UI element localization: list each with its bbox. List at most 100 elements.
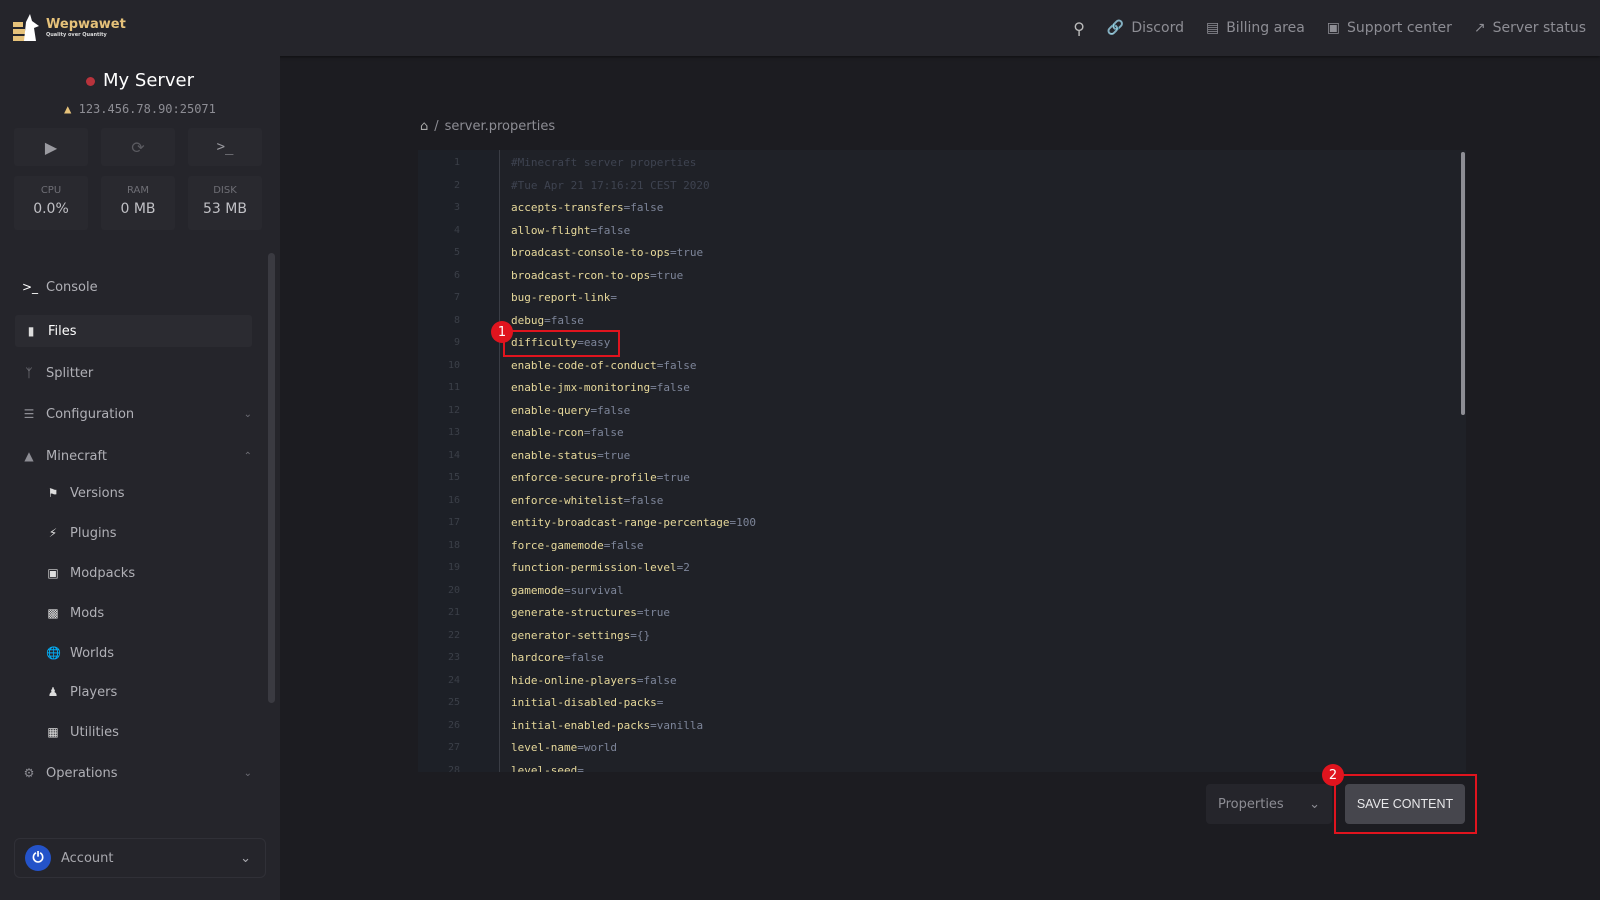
sidebar-item-console[interactable]: >_Console	[22, 271, 252, 303]
line-number: 21	[418, 607, 460, 618]
brand-name: Wepwawet	[46, 17, 126, 32]
property-key: level-name	[511, 741, 577, 754]
property-value: false	[630, 201, 663, 214]
line-number: 1	[418, 157, 460, 168]
console-button[interactable]: >_	[188, 128, 262, 166]
search-icon: ⚲	[1073, 19, 1085, 38]
code-editor[interactable]: 1 #Minecraft server properties 2 #Tue Apr 2…	[418, 150, 1466, 772]
sidebar-item-plugins[interactable]: ⚡Plugins	[46, 517, 246, 549]
sidebar-item-players[interactable]: ♟Players	[46, 676, 246, 708]
property-key: initial-disabled-packs	[511, 696, 657, 709]
sidebar-item-splitter[interactable]: ᛉSplitter	[22, 357, 252, 389]
server-ip-text: 123.456.78.90:25071	[79, 102, 216, 116]
sidebar-item-utilities[interactable]: ▦Utilities	[46, 716, 246, 748]
logo[interactable]: WepwawetQuality over Quantity	[12, 12, 126, 42]
sidebar-item-label: Mods	[70, 606, 104, 621]
property-value: true	[657, 269, 684, 282]
property-value: survival	[571, 584, 624, 597]
search-button[interactable]: ⚲	[1073, 19, 1085, 38]
code-line[interactable]: enforce-whitelist=false	[511, 494, 663, 507]
code-line[interactable]: hardcore=false	[511, 651, 604, 664]
code-line[interactable]: hide-online-players=false	[511, 674, 677, 687]
line-number: 17	[418, 517, 460, 528]
property-key: generator-settings	[511, 629, 630, 642]
code-line[interactable]: allow-flight=false	[511, 224, 630, 237]
restart-button[interactable]: ⟳	[101, 128, 175, 166]
sidebar-item-configuration[interactable]: ☰Configuration⌄	[22, 398, 252, 430]
server-ip[interactable]: ▲ 123.456.78.90:25071	[0, 102, 280, 116]
code-line[interactable]: gamemode=survival	[511, 584, 624, 597]
code-line[interactable]: broadcast-console-to-ops=true	[511, 246, 703, 259]
annotation-badge-1: 1	[491, 321, 513, 343]
account-label: Account	[61, 851, 114, 866]
chart-icon: ↗	[1474, 20, 1486, 36]
mode-select[interactable]: Properties⌄	[1206, 784, 1332, 824]
link-icon: 🔗	[1107, 20, 1124, 36]
code-line[interactable]: enable-status=true	[511, 449, 630, 462]
code-line[interactable]: bug-report-link=	[511, 291, 617, 304]
sidebar-item-operations[interactable]: ⚙Operations⌄	[22, 757, 252, 789]
editor-scrollbar[interactable]	[1461, 152, 1465, 415]
code-line[interactable]: function-permission-level=2	[511, 561, 690, 574]
property-value: {}	[637, 629, 650, 642]
sidebar-item-files[interactable]: ▮Files	[15, 315, 252, 347]
line-number: 4	[418, 225, 460, 236]
sidebar-item-worlds[interactable]: 🌐Worlds	[46, 637, 246, 669]
code-line[interactable]: level-seed=	[511, 764, 584, 773]
stat-label: DISK	[188, 185, 262, 196]
account-menu[interactable]: ⏻Account⌄	[14, 838, 266, 878]
chevron-down-icon: ⌄	[240, 851, 251, 866]
sidebar-item-label: Configuration	[46, 407, 134, 422]
home-icon[interactable]: ⌂	[420, 119, 428, 134]
property-key: entity-broadcast-range-percentage	[511, 516, 730, 529]
code-line[interactable]: debug=false	[511, 314, 584, 327]
nav-discord[interactable]: 🔗Discord	[1107, 20, 1184, 36]
sidebar-item-mods[interactable]: ▩Mods	[46, 597, 246, 629]
sidebar-item-label: Plugins	[70, 526, 117, 541]
line-number: 2	[418, 180, 460, 191]
code-line[interactable]: enforce-secure-profile=true	[511, 471, 690, 484]
property-value: false	[597, 404, 630, 417]
property-key: level-seed	[511, 764, 577, 773]
code-line[interactable]: generate-structures=true	[511, 606, 670, 619]
restart-icon: ⟳	[131, 138, 144, 157]
nav-label: Support center	[1347, 20, 1452, 36]
code-line[interactable]: generator-settings={}	[511, 629, 650, 642]
property-key: hardcore	[511, 651, 564, 664]
property-key: broadcast-rcon-to-ops	[511, 269, 650, 282]
line-number: 14	[418, 450, 460, 461]
sidebar-item-modpacks[interactable]: ▣Modpacks	[46, 557, 246, 589]
start-button[interactable]: ▶	[14, 128, 88, 166]
sidebar-item-label: Worlds	[70, 646, 114, 661]
chevron-down-icon: ⌄	[244, 409, 252, 420]
code-line[interactable]: #Minecraft server properties	[511, 156, 696, 169]
property-value: false	[663, 359, 696, 372]
code-line[interactable]: enable-code-of-conduct=false	[511, 359, 696, 372]
sidebar-item-versions[interactable]: ⚑Versions	[46, 477, 246, 509]
nav-billing[interactable]: ▤Billing area	[1206, 20, 1305, 36]
property-value: true	[677, 246, 704, 259]
breadcrumb-file: server.properties	[445, 119, 555, 134]
code-line[interactable]: enable-rcon=false	[511, 426, 624, 439]
code-line[interactable]: initial-disabled-packs=	[511, 696, 663, 709]
property-value: false	[630, 494, 663, 507]
property-value: false	[597, 224, 630, 237]
line-number: 24	[418, 675, 460, 686]
sidebar-item-minecraft[interactable]: ▲Minecraft⌃	[22, 440, 252, 472]
code-line[interactable]: enable-jmx-monitoring=false	[511, 381, 690, 394]
nav-status[interactable]: ↗Server status	[1474, 20, 1586, 36]
code-line[interactable]: broadcast-rcon-to-ops=true	[511, 269, 683, 282]
code-line[interactable]: accepts-transfers=false	[511, 201, 663, 214]
line-number: 11	[418, 382, 460, 393]
code-line[interactable]: initial-enabled-packs=vanilla	[511, 719, 703, 732]
code-line[interactable]: entity-broadcast-range-percentage=100	[511, 516, 756, 529]
code-line[interactable]: #Tue Apr 21 17:16:21 CEST 2020	[511, 179, 710, 192]
code-line[interactable]: level-name=world	[511, 741, 617, 754]
stat-ram: RAM0 MB	[101, 176, 175, 230]
property-key: hide-online-players	[511, 674, 637, 687]
sidebar-item-label: Console	[46, 280, 98, 295]
code-line[interactable]: enable-query=false	[511, 404, 630, 417]
nav-support[interactable]: ▣Support center	[1327, 20, 1452, 36]
code-line[interactable]: force-gamemode=false	[511, 539, 643, 552]
sidebar-scrollbar[interactable]	[268, 253, 275, 703]
